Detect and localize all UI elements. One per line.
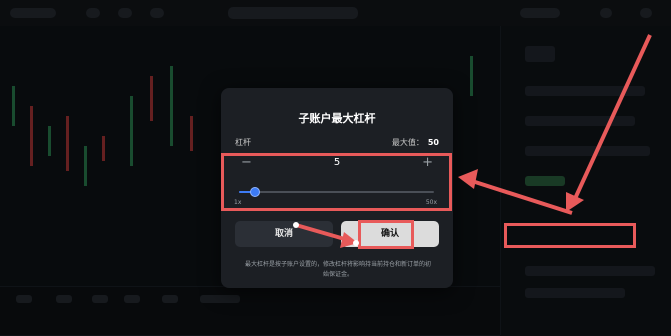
cancel-button[interactable]: 取消	[235, 221, 333, 247]
highlight-box-slider	[221, 153, 452, 211]
highlight-box-confirm	[358, 220, 414, 249]
max-value: 50	[427, 138, 439, 147]
max-label: 最大值：	[391, 138, 424, 147]
leverage-note: 最大杠杆是按子账户设置的，修改杠杆将影响持当前持仓和新订单的初始保证金。	[244, 261, 431, 278]
leverage-label: 杠杆	[235, 138, 251, 147]
highlight-box-panel-field	[504, 223, 636, 248]
max-leverage: 最大值： 50	[392, 137, 439, 148]
dialog-title: 子账户最大杠杆	[298, 112, 376, 125]
